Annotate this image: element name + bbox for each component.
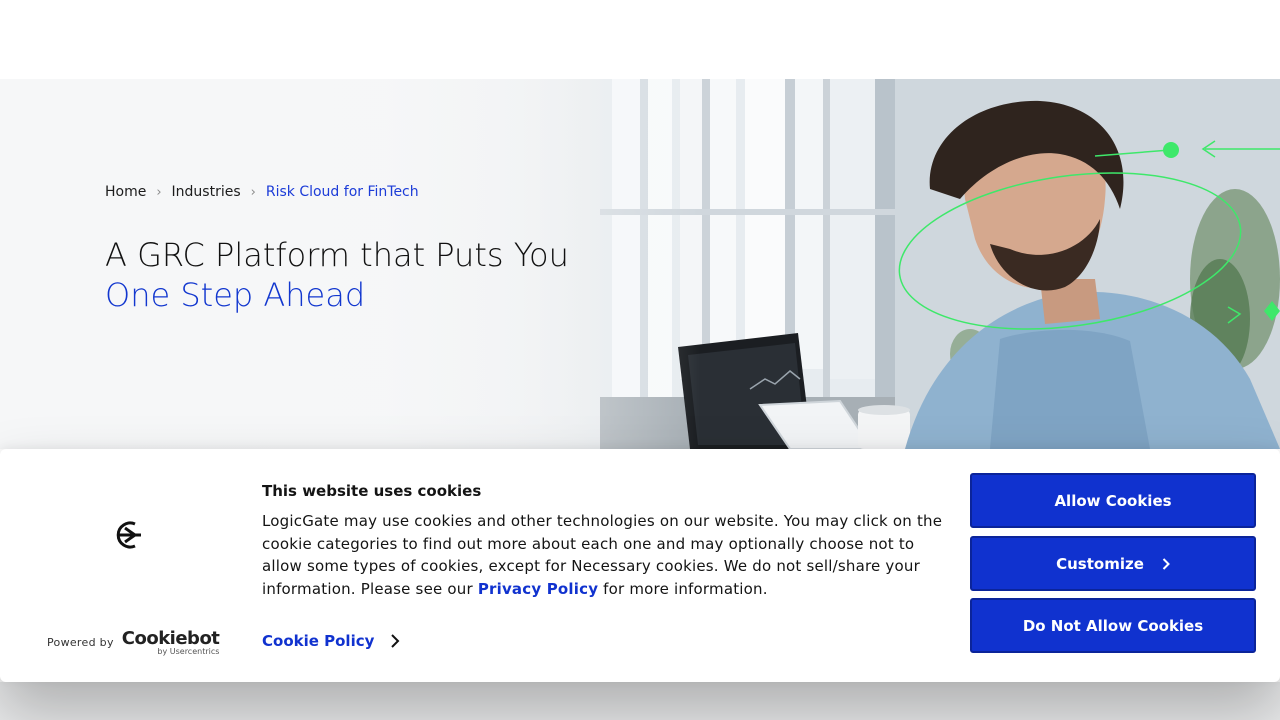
hero-banner: Home › Industries › Risk Cloud for FinTe… [0, 79, 1280, 449]
page-title: A GRC Platform that Puts You One Step Ah… [105, 235, 569, 315]
powered-by-label: Powered by [47, 636, 114, 649]
allow-cookies-label: Allow Cookies [1054, 491, 1172, 510]
do-not-allow-label: Do Not Allow Cookies [1022, 616, 1204, 635]
page-title-line2: One Step Ahead [105, 276, 366, 314]
cookie-policy-link[interactable]: Cookie Policy [262, 632, 400, 650]
breadcrumb: Home › Industries › Risk Cloud for FinTe… [105, 184, 419, 200]
cookie-banner-text: LogicGate may use cookies and other tech… [262, 510, 952, 600]
cookiebot-brand: Cookiebot [121, 628, 220, 649]
cookie-banner-title: This website uses cookies [262, 482, 482, 500]
do-not-allow-cookies-button[interactable]: Do Not Allow Cookies [970, 598, 1256, 653]
cookie-policy-label: Cookie Policy [262, 632, 375, 650]
customize-button[interactable]: Customize [970, 536, 1256, 591]
page-backdrop [0, 682, 1280, 720]
chevron-right-icon: › [156, 184, 162, 200]
chevron-right-icon [391, 634, 400, 648]
chevron-right-icon: › [250, 184, 256, 200]
powered-by-cookiebot[interactable]: Powered by Cookiebot by Usercentrics [47, 628, 220, 657]
breadcrumb-current: Risk Cloud for FinTech [265, 184, 419, 200]
chevron-right-icon [1162, 557, 1170, 570]
allow-cookies-button[interactable]: Allow Cookies [970, 473, 1256, 528]
breadcrumb-industries[interactable]: Industries [172, 184, 241, 200]
site-header [0, 0, 1280, 79]
breadcrumb-home[interactable]: Home [105, 184, 146, 200]
cookie-text-part2: for more information. [598, 579, 768, 598]
cookiebot-logo-icon [116, 521, 141, 549]
customize-label: Customize [1056, 554, 1144, 573]
page-title-line1: A GRC Platform that Puts You [105, 236, 569, 274]
privacy-policy-link[interactable]: Privacy Policy [478, 580, 598, 598]
cookie-banner: Powered by Cookiebot by Usercentrics Thi… [0, 449, 1280, 682]
